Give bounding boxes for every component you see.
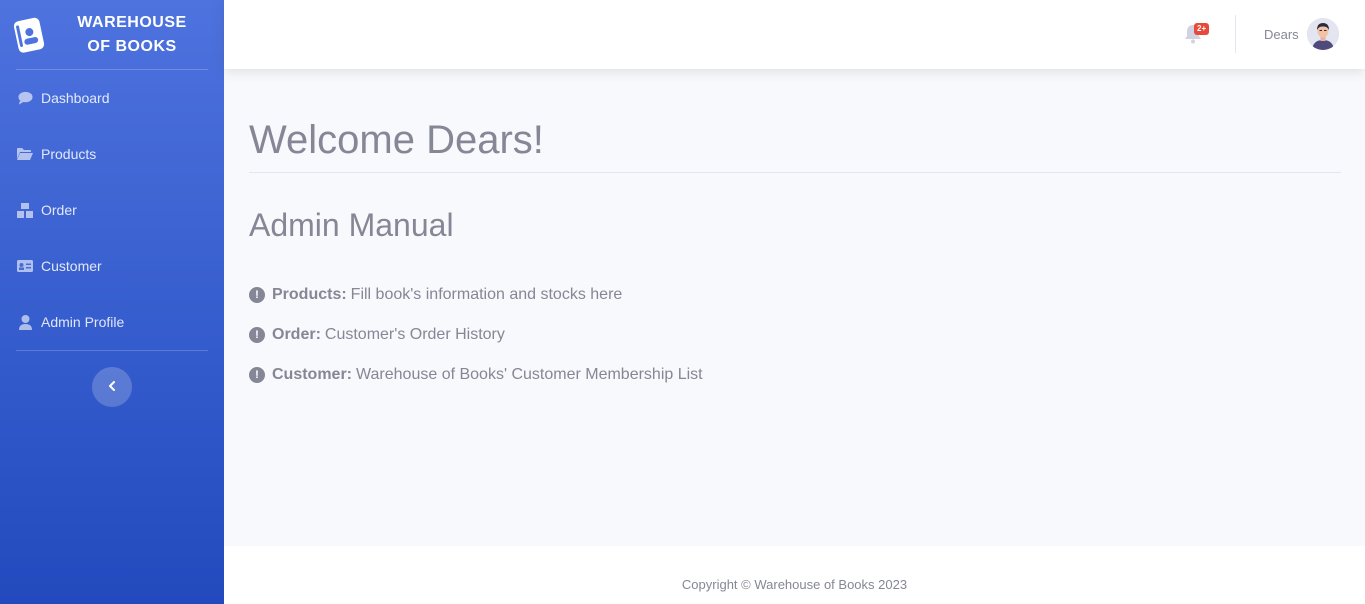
exclamation-circle-icon: ! [249,327,265,343]
manual-list: ! Products: Fill book's information and … [249,275,1341,395]
avatar [1306,18,1339,50]
exclamation-circle-icon: ! [249,367,265,383]
list-item-label: Order: [272,326,321,343]
sidebar-item-products[interactable]: Products [0,126,224,182]
brand-name: WAREHOUSE OF BOOKS [48,11,224,59]
sidebar-item-label: Dashboard [41,90,110,106]
sidebar-item-customer[interactable]: Customer [0,238,224,294]
copyright-text: Copyright © Warehouse of Books 2023 [681,576,908,592]
list-item: ! Order: Customer's Order History [249,315,1341,355]
user-icon [17,314,33,330]
user-name: Dears [1264,26,1299,42]
list-item-label: Products: [272,286,347,303]
sidebar: WAREHOUSE OF BOOKS Dashboard Products Or… [0,0,224,604]
brand-line-2: OF BOOKS [87,37,177,55]
sidebar-item-label: Admin Profile [41,314,125,330]
list-item-text: Fill book's information and stocks here [350,286,623,303]
sidebar-item-label: Products [41,146,97,162]
footer: Copyright © Warehouse of Books 2023 [224,546,1365,604]
id-card-icon [17,258,33,274]
sidebar-item-order[interactable]: Order [0,182,224,238]
list-item: ! Customer: Warehouse of Books' Customer… [249,355,1341,395]
comment-icon [17,90,33,106]
topbar: 2+ Dears [224,0,1365,69]
boxes-icon [17,202,33,218]
exclamation-circle-icon: ! [249,287,265,303]
page-title: Welcome Dears! [249,110,1341,173]
brand-link[interactable]: WAREHOUSE OF BOOKS [0,0,224,69]
chevron-left-icon [108,378,116,396]
alerts-counter-badge: 2+ [1194,23,1210,35]
folder-open-icon [17,146,33,162]
sidebar-toggle-button[interactable] [92,367,132,407]
brand-line-1: WAREHOUSE [77,13,187,31]
sidebar-item-label: Customer [41,258,102,274]
user-dropdown[interactable]: Dears [1264,18,1339,50]
section-title: Admin Manual [249,207,454,243]
main-content: Welcome Dears! Admin Manual ! Products: … [249,110,1341,395]
list-item-text: Warehouse of Books' Customer Membership … [356,366,703,383]
list-item-label: Customer: [272,366,353,383]
book-user-icon [12,15,48,55]
sidebar-toggle-wrap [0,351,224,407]
list-item-text: Customer's Order History [324,326,505,343]
topbar-divider [1235,15,1236,53]
sidebar-item-admin-profile[interactable]: Admin Profile [0,294,224,350]
list-item: ! Products: Fill book's information and … [249,275,1341,315]
sidebar-item-dashboard[interactable]: Dashboard [0,70,224,126]
sidebar-item-label: Order [41,202,77,218]
